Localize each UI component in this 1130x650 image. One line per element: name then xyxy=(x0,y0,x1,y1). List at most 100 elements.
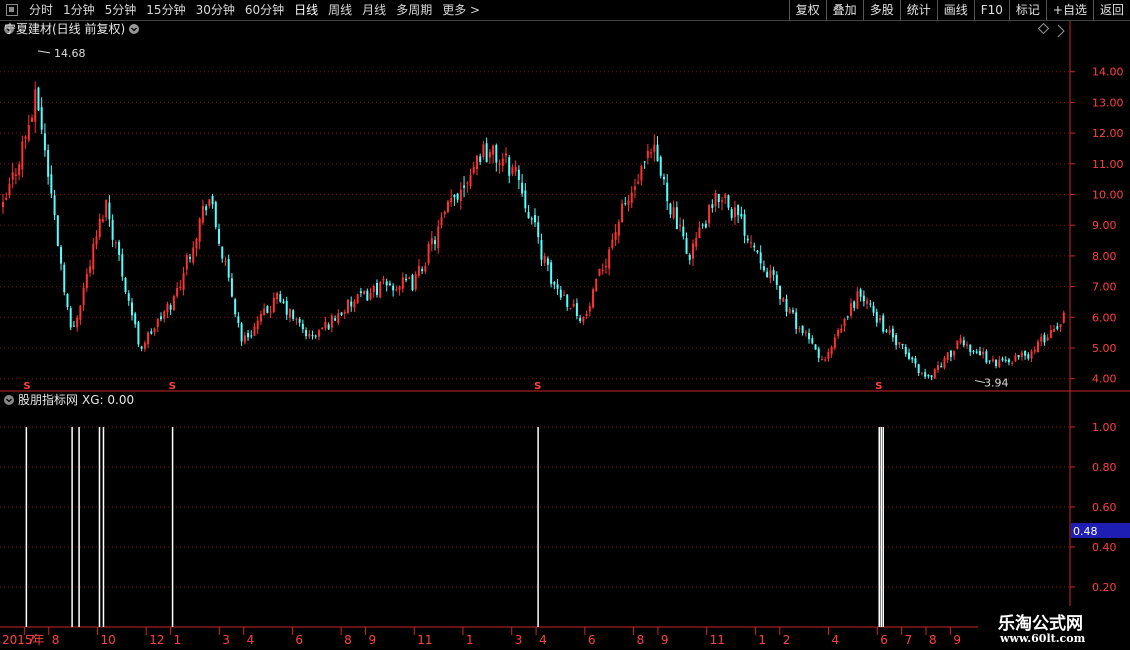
toolbar-button-7[interactable]: +自选 xyxy=(1045,0,1093,20)
candle-body xyxy=(878,318,881,321)
candle-body xyxy=(253,326,256,336)
candle-body xyxy=(785,298,788,312)
candle-body xyxy=(398,286,401,290)
candle-body xyxy=(53,195,56,216)
candle-body xyxy=(853,301,856,308)
candle-body xyxy=(608,249,611,269)
candle-body xyxy=(511,166,514,174)
candle-body xyxy=(395,289,398,291)
period-tab-4[interactable]: 30分钟 xyxy=(191,0,240,20)
month-label: 9 xyxy=(953,633,961,647)
candle-body xyxy=(356,294,359,303)
candle-body xyxy=(730,209,733,218)
candle-body xyxy=(159,316,162,320)
candle-body xyxy=(569,308,572,310)
candle-body xyxy=(1017,355,1020,358)
candle-body xyxy=(314,335,317,337)
candle-body xyxy=(301,323,304,330)
candle-body xyxy=(237,316,240,324)
candle-body xyxy=(308,334,311,337)
period-tab-8[interactable]: 月线 xyxy=(357,0,391,20)
candle-body xyxy=(69,308,72,328)
title-settings-icon[interactable] xyxy=(129,24,139,34)
candle-body xyxy=(472,166,475,173)
period-tab-5[interactable]: 60分钟 xyxy=(240,0,289,20)
month-label: 6 xyxy=(880,633,888,647)
diamond-icon[interactable] xyxy=(1037,22,1050,35)
month-label: 11 xyxy=(710,633,725,647)
month-label: 1 xyxy=(758,633,766,647)
period-tab-0[interactable]: 分时 xyxy=(24,0,58,20)
candle-body xyxy=(759,252,762,264)
month-label: 4 xyxy=(832,633,840,647)
candle-body xyxy=(369,292,372,300)
period-toolbar: 分时 1分钟 5分钟 15分钟 30分钟 60分钟 日线 周线 月线 多周期 更多 > 复权 叠加 多股… xyxy=(0,0,1130,21)
candle-body xyxy=(256,320,259,330)
toolbar-button-8[interactable]: 返回 xyxy=(1092,0,1130,20)
toolbar-button-1[interactable]: 叠加 xyxy=(825,0,863,20)
candle-body xyxy=(488,151,491,158)
candle-body xyxy=(875,311,878,323)
candle-body xyxy=(956,340,959,349)
high-marker-arrow xyxy=(37,50,51,54)
month-label: 4 xyxy=(247,633,255,647)
toolbar-button-2[interactable]: 多股 xyxy=(862,0,900,20)
candle-body xyxy=(637,181,640,184)
month-label: 7 xyxy=(27,633,35,647)
candle-body xyxy=(427,243,430,264)
candle-body xyxy=(85,273,88,289)
period-tab-6[interactable]: 日线 xyxy=(289,0,323,20)
indicator-menu-icon[interactable] xyxy=(4,395,14,405)
toolbar-button-0[interactable]: 复权 xyxy=(788,0,826,20)
chevron-right-icon[interactable] xyxy=(1057,24,1065,38)
candle-body xyxy=(195,238,198,249)
low-price-label: 3.94 xyxy=(984,377,1009,390)
period-tab-10[interactable]: 更多 > xyxy=(437,0,485,20)
candle-body xyxy=(127,293,130,301)
candle-body xyxy=(1020,352,1023,357)
toolbar-button-4[interactable]: 画线 xyxy=(936,0,974,20)
period-tab-1[interactable]: 1分钟 xyxy=(58,0,100,20)
layout-toggle-icon[interactable] xyxy=(6,4,18,16)
toolbar-button-6[interactable]: 标记 xyxy=(1008,0,1046,20)
candle-body xyxy=(682,226,685,237)
candle-body xyxy=(79,305,82,320)
candle-body xyxy=(843,318,846,327)
candle-body xyxy=(172,296,175,311)
candle-body xyxy=(972,350,975,352)
candle-body xyxy=(804,331,807,333)
candle-body xyxy=(82,287,85,306)
candle-body xyxy=(614,232,617,240)
candle-body xyxy=(463,185,466,188)
candle-body xyxy=(440,217,443,226)
toolbar-button-5[interactable]: F10 xyxy=(973,0,1009,20)
month-label: 1 xyxy=(466,633,474,647)
period-tab-9[interactable]: 多周期 xyxy=(391,0,437,20)
candle-body xyxy=(924,372,927,377)
candle-body xyxy=(134,313,137,325)
watermark-title: 乐淘公式网 xyxy=(998,614,1083,634)
candle-body xyxy=(811,338,814,344)
month-label: 12 xyxy=(149,633,164,647)
candle-body xyxy=(482,144,485,158)
candle-body xyxy=(659,156,662,176)
toolbar-button-3[interactable]: 统计 xyxy=(899,0,937,20)
candle-body xyxy=(466,182,469,184)
month-label: 8 xyxy=(929,633,937,647)
signal-s-marker: S xyxy=(169,381,176,392)
period-tab-3[interactable]: 15分钟 xyxy=(141,0,190,20)
candle-body xyxy=(537,222,540,238)
candle-body xyxy=(566,294,569,307)
candle-body xyxy=(988,360,991,362)
period-tab-2[interactable]: 5分钟 xyxy=(100,0,142,20)
period-tab-7[interactable]: 周线 xyxy=(323,0,357,20)
candle-body xyxy=(121,254,124,277)
candle-body xyxy=(840,328,843,333)
candle-body xyxy=(579,317,582,322)
month-label: 3 xyxy=(222,633,230,647)
price-tick-label: 8.00 xyxy=(1092,250,1117,263)
candle-body xyxy=(514,166,517,172)
candle-body xyxy=(285,300,288,315)
candle-body xyxy=(1001,358,1004,361)
toolbar-right-buttons: 复权 叠加 多股 统计 画线 F10 标记 +自选 返回 xyxy=(788,0,1130,20)
